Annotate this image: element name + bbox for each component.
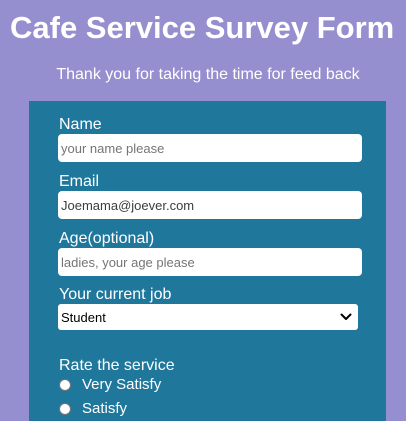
rating-option-very-satisfy[interactable]: Very Satisfy	[59, 376, 161, 394]
rating-option-label: Very Satisfy	[82, 376, 162, 393]
radio-button[interactable]	[59, 379, 71, 391]
page-title: Cafe Service Survey Form	[10, 10, 395, 45]
radio-button[interactable]	[59, 403, 71, 415]
job-select-value: Student	[61, 309, 106, 325]
age-input[interactable]	[58, 248, 362, 276]
email-input[interactable]	[58, 191, 362, 219]
job-select[interactable]: Student	[58, 304, 358, 330]
rating-option-label: Satisfy	[82, 400, 128, 417]
name-label: Name	[59, 116, 102, 133]
age-label: Age(optional)	[59, 230, 155, 247]
chevron-down-icon	[340, 313, 352, 320]
rating-label: Rate the service	[59, 357, 175, 374]
rating-option-satisfy[interactable]: Satisfy	[59, 400, 127, 418]
page-subtitle: Thank you for taking the time for feed b…	[56, 66, 360, 83]
name-input[interactable]	[58, 134, 362, 162]
job-label: Your current job	[59, 286, 172, 303]
survey-form: Name Email Age(optional) Your current jo…	[29, 101, 386, 421]
email-label: Email	[59, 173, 100, 190]
